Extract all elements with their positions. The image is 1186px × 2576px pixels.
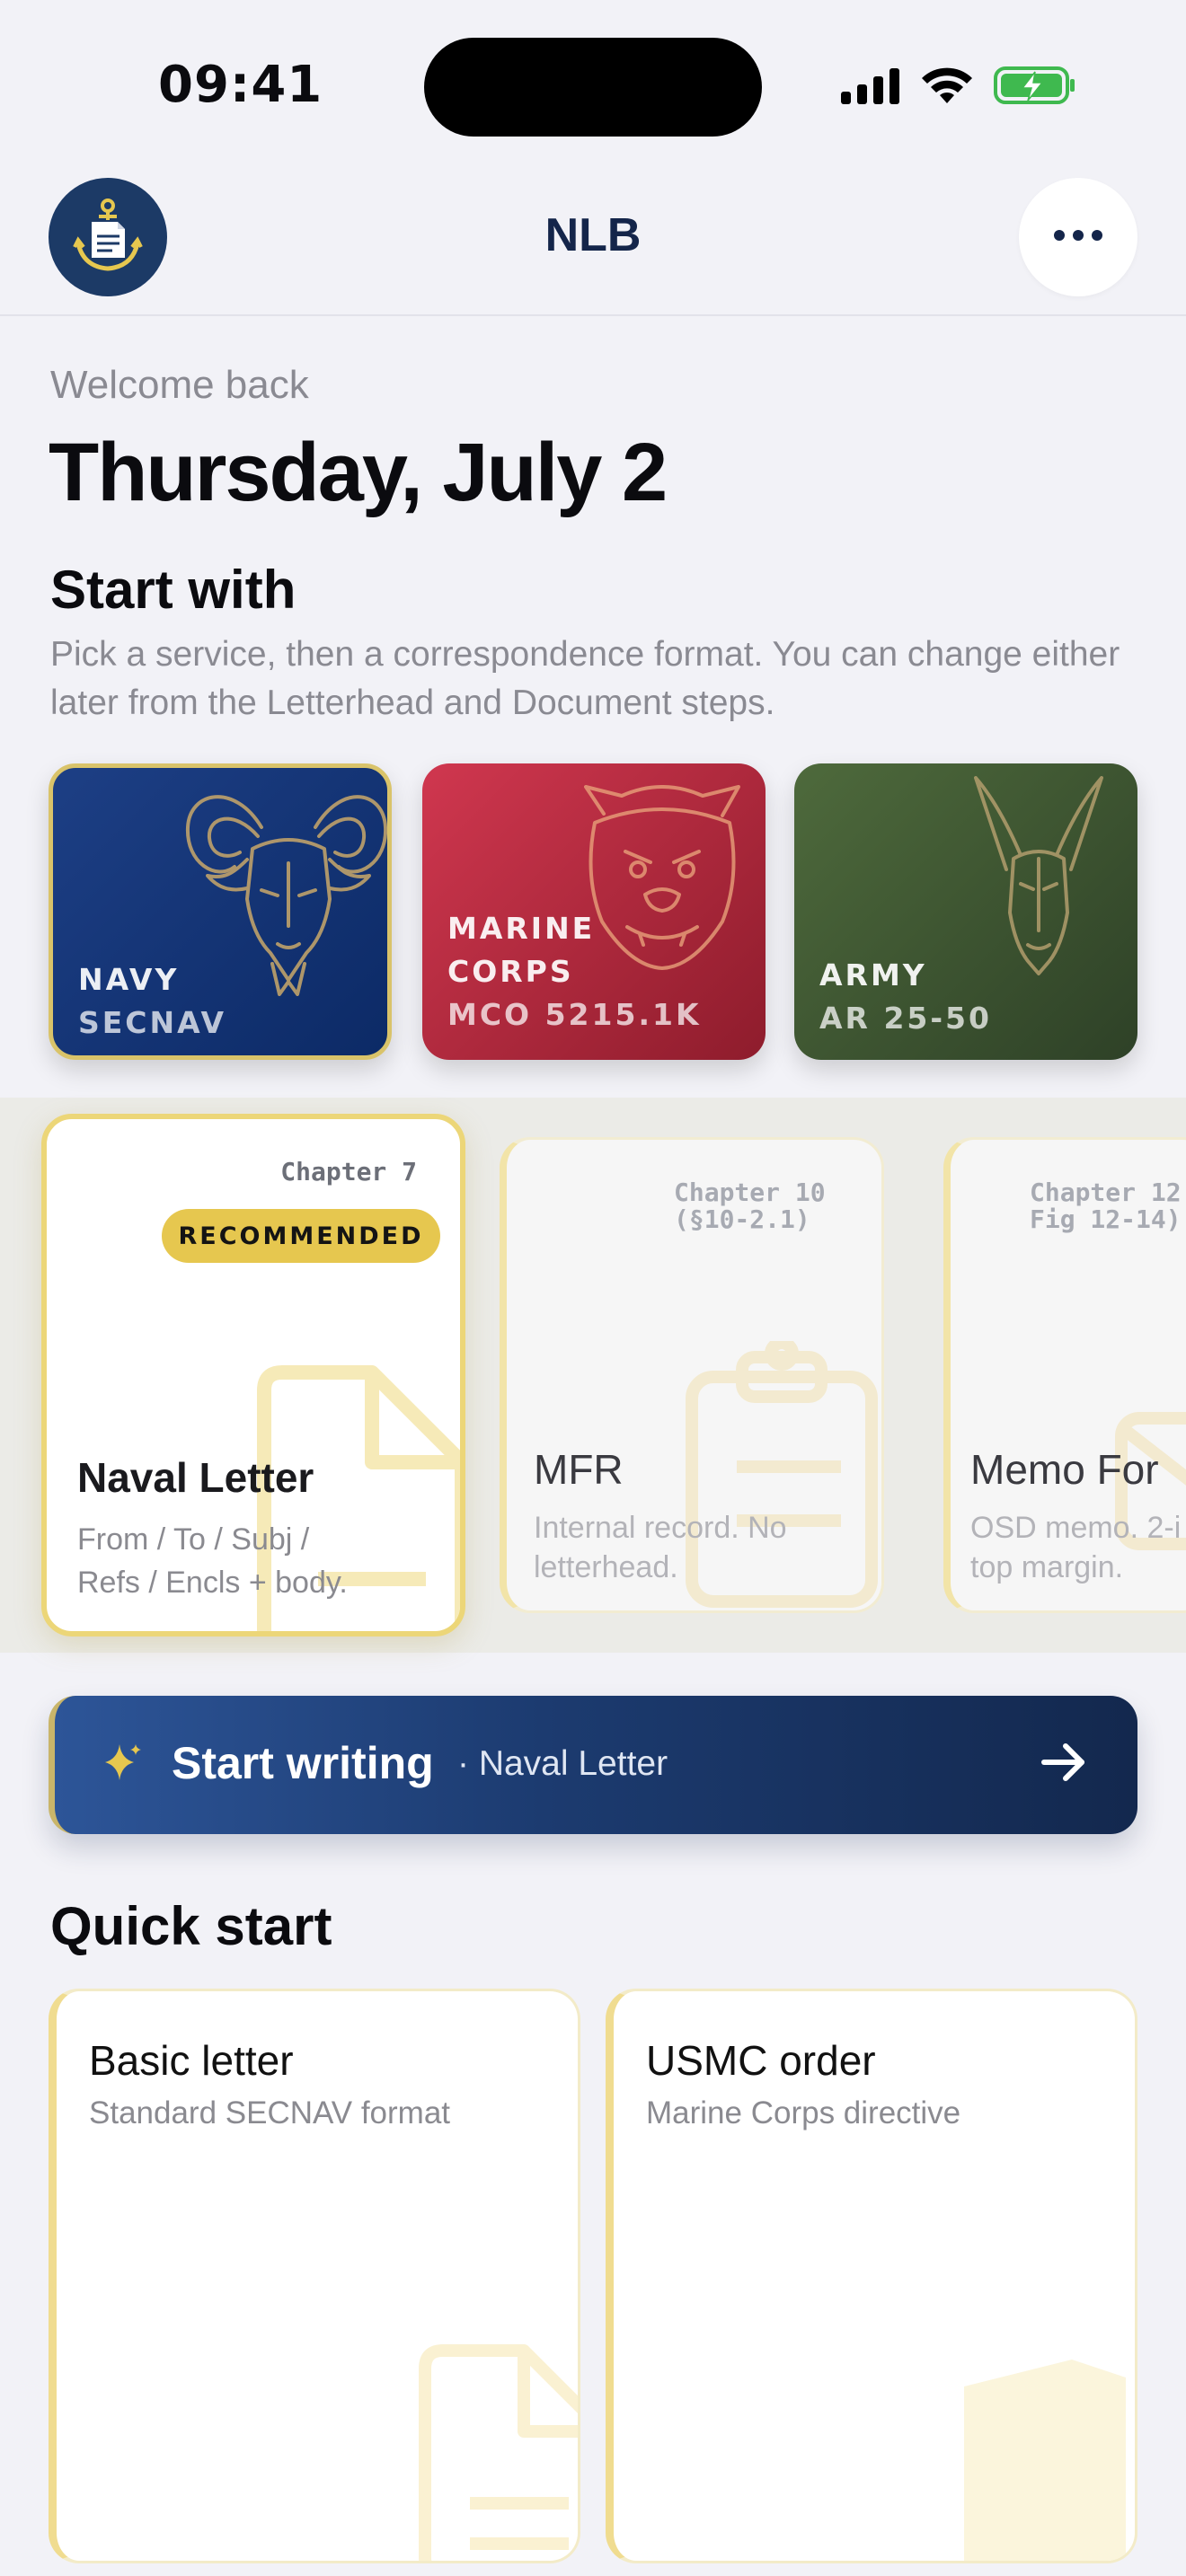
quick-start-name: Basic letter — [89, 2037, 294, 2084]
chapter-reference: Chapter 7 — [280, 1157, 417, 1187]
bulldog-icon — [559, 769, 766, 989]
start-with-heading: Start with — [50, 560, 296, 620]
format-desc-line1: From / To / Subj / — [77, 1522, 310, 1557]
format-desc-line2: top margin. — [970, 1550, 1124, 1584]
clipboard-icon — [683, 1337, 881, 1610]
format-title: MFR — [534, 1446, 624, 1493]
format-desc-line1: Internal record. No — [534, 1511, 787, 1545]
format-card-naval-letter[interactable]: Chapter 7 RECOMMENDED Naval Letter From … — [41, 1114, 465, 1636]
app-title: NLB — [544, 209, 642, 261]
more-options-button[interactable] — [1019, 178, 1137, 296]
quick-start-desc: Marine Corps directive — [646, 2095, 961, 2130]
quick-start-heading: Quick start — [50, 1896, 332, 1956]
nav-header: NLB — [0, 171, 1186, 316]
mule-icon — [949, 769, 1137, 989]
format-card-memo-for[interactable]: Chapter 12 Fig 12-14) Memo For OSD memo.… — [943, 1137, 1186, 1613]
wifi-icon — [920, 66, 974, 105]
cta-label: Start writing — [172, 1738, 434, 1788]
format-card-mfr[interactable]: Chapter 10 (§10-2.1) MFR Internal record… — [500, 1137, 884, 1613]
chapter-reference-line2: Fig 12-14) — [1030, 1204, 1182, 1234]
status-time: 09:41 — [158, 56, 323, 114]
service-name: ARMY — [819, 957, 927, 992]
quick-start-desc: Standard SECNAV format — [89, 2095, 451, 2130]
sparkle-icon — [102, 1741, 145, 1788]
format-desc-line2: Refs / Encls + body. — [77, 1566, 348, 1600]
goat-icon — [172, 773, 387, 1011]
service-name: NAVY — [78, 962, 180, 997]
welcome-text: Welcome back — [50, 363, 309, 407]
format-title: Naval Letter — [77, 1454, 314, 1501]
format-desc-line1: OSD memo. 2-i — [970, 1511, 1182, 1545]
date-title: Thursday, July 2 — [49, 427, 668, 518]
start-with-description: Pick a service, then a correspondence fo… — [50, 635, 1120, 722]
service-ref: MCO 5215.1K — [447, 997, 702, 1032]
service-ref: SECNAV — [78, 1005, 226, 1040]
battery-charging-icon — [994, 65, 1076, 106]
quick-start-name: USMC order — [646, 2037, 876, 2084]
status-icons — [839, 63, 1076, 108]
format-title: Memo For — [970, 1446, 1159, 1493]
cellular-signal-icon — [839, 66, 902, 104]
ellipsis-icon — [1053, 229, 1103, 246]
quick-start-usmc-order[interactable]: USMC order Marine Corps directive — [606, 1989, 1137, 2563]
service-ref: AR 25-50 — [819, 1001, 992, 1036]
service-card-marine-corps[interactable]: MARINE CORPS MCO 5215.1K — [422, 763, 766, 1060]
service-card-navy[interactable]: NAVY SECNAV — [49, 763, 392, 1060]
chapter-reference: Chapter 10 — [674, 1178, 826, 1207]
recommended-badge: RECOMMENDED — [162, 1209, 440, 1263]
dynamic-island — [424, 38, 762, 137]
quick-start-basic-letter[interactable]: Basic letter Standard SECNAV format — [49, 1989, 580, 2563]
service-card-army[interactable]: ARMY AR 25-50 — [794, 763, 1137, 1060]
cta-format: · Naval Letter — [457, 1744, 668, 1783]
service-name-line2: CORPS — [447, 954, 574, 989]
chapter-reference-line2: (§10-2.1) — [674, 1204, 810, 1234]
service-name: MARINE — [447, 911, 596, 946]
chapter-reference: Chapter 12 — [1030, 1178, 1182, 1207]
book-icon — [955, 2351, 1135, 2561]
arrow-right-icon — [1040, 1739, 1087, 1790]
status-bar: 09:41 — [0, 0, 1186, 171]
start-writing-button[interactable]: Start writing · Naval Letter — [49, 1696, 1137, 1834]
format-desc-line2: letterhead. — [534, 1550, 678, 1584]
document-icon — [407, 2342, 578, 2561]
